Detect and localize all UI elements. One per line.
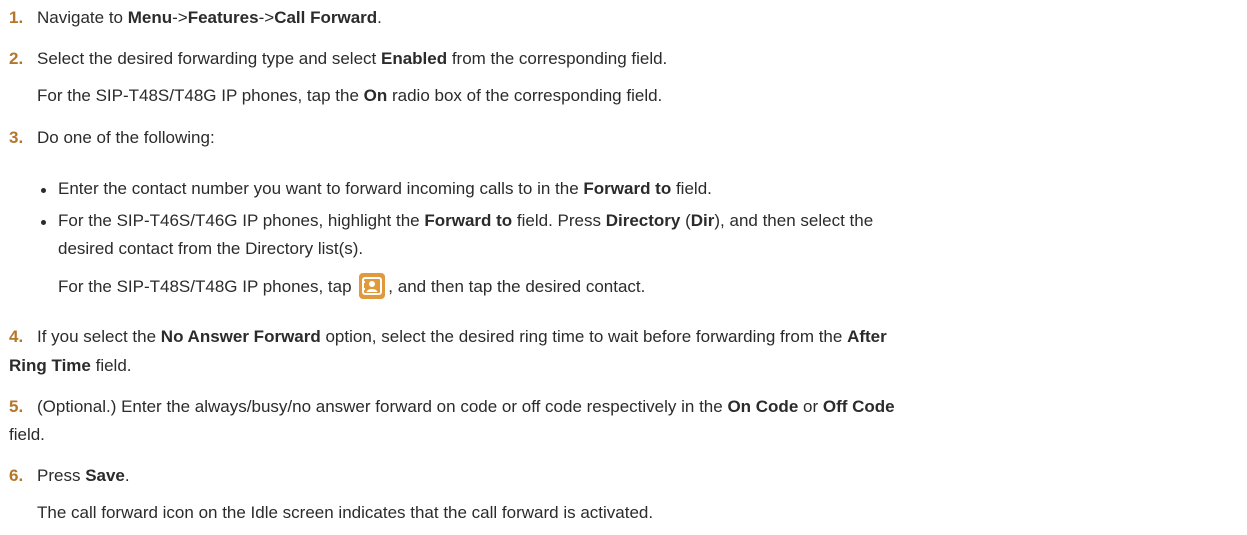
menu-path-call-forward: Call Forward (274, 8, 378, 27)
step-5-text-cont: field. (9, 425, 45, 444)
contact-book-icon (359, 272, 386, 299)
step-3-option-2-cont: desired contact from the Directory list(… (58, 239, 364, 258)
step-3-option-2: For the SIP-T46S/T46G IP phones, highlig… (58, 211, 874, 230)
step-number: 4. (9, 327, 24, 346)
step-3-option-1: Enter the contact number you want to for… (58, 179, 712, 198)
step-number: 6. (9, 466, 24, 485)
step-3-text: Do one of the following: (37, 128, 215, 147)
step-3-note: For the SIP-T48S/T48G IP phones, tap , a… (58, 272, 645, 299)
step-6-note: The call forward icon on the Idle screen… (37, 503, 654, 522)
step-number: 3. (9, 128, 24, 147)
step-4-text: If you select the No Answer Forward opti… (37, 327, 887, 346)
step-number: 2. (9, 49, 24, 68)
step-2-text: Select the desired forwarding type and s… (37, 49, 668, 68)
step-number: 5. (9, 397, 24, 416)
step-6-text: Press Save. (37, 466, 130, 485)
bullet-icon (41, 188, 46, 193)
bullet-icon (41, 220, 46, 225)
menu-path-menu: Menu (127, 8, 173, 27)
step-2-note: For the SIP-T48S/T48G IP phones, tap the… (37, 86, 663, 105)
step-5-text: (Optional.) Enter the always/busy/no ans… (37, 397, 895, 416)
step-4-text-cont: Ring Time field. (9, 356, 132, 375)
step-1-text: Navigate to Menu->Features->Call Forward… (37, 8, 382, 27)
menu-path-features: Features (187, 8, 259, 27)
step-number: 1. (9, 8, 24, 27)
